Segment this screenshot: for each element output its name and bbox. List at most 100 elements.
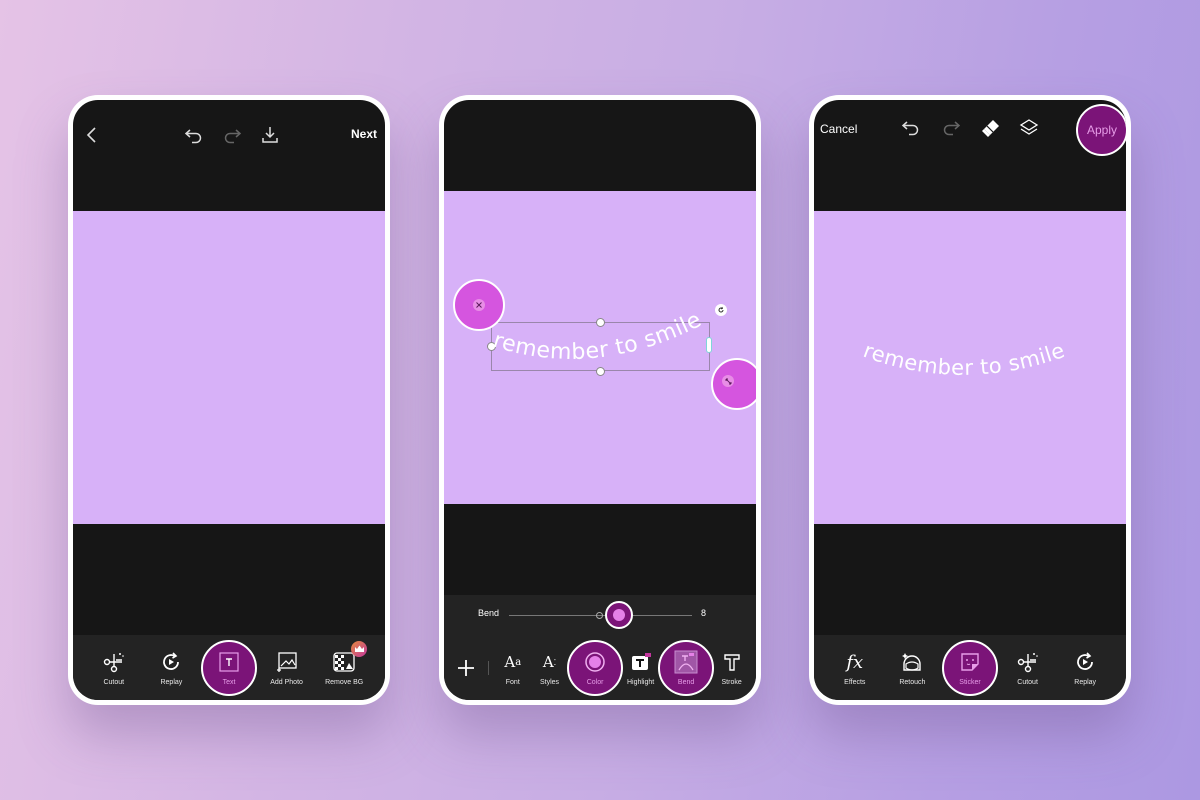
redo-button[interactable] bbox=[221, 124, 243, 146]
editor-screen: Next Cutout Replay Text Add Photo Remove… bbox=[73, 100, 385, 700]
tool-bend[interactable]: Bend bbox=[659, 640, 713, 696]
font-icon: Aa bbox=[504, 653, 522, 671]
tool-label: Font bbox=[505, 679, 520, 686]
tool-font[interactable]: Aa Font bbox=[494, 640, 531, 696]
curved-text-layer[interactable]: remember to smile bbox=[854, 336, 1104, 416]
tool-cutout[interactable]: Cutout bbox=[86, 640, 142, 696]
download-button[interactable] bbox=[259, 124, 281, 146]
curved-text-layer[interactable]: remember to smile bbox=[484, 306, 734, 386]
editor-screen: Cancel Apply remember to smile fx Effect… bbox=[814, 100, 1126, 700]
sticker-icon bbox=[961, 653, 979, 671]
tool-text[interactable]: Text bbox=[201, 640, 257, 696]
resize-diagonal-icon bbox=[725, 378, 731, 384]
tool-label: Text bbox=[222, 679, 236, 686]
tool-label: Retouch bbox=[899, 679, 926, 686]
tool-sticker[interactable]: Sticker bbox=[942, 640, 998, 696]
scissors-icon bbox=[103, 653, 124, 673]
text-toolbar: Aa Font A⁚ Styles Color Highlight Bend bbox=[444, 635, 756, 700]
bottom-toolbar: Cutout Replay Text Add Photo Remove BG bbox=[73, 635, 385, 700]
retouch-icon bbox=[902, 653, 922, 671]
phone-mockup-apply: Cancel Apply remember to smile fx Effect… bbox=[809, 95, 1131, 705]
svg-text:remember to smile: remember to smile bbox=[490, 307, 706, 365]
tool-label: Styles bbox=[540, 679, 560, 686]
back-button[interactable] bbox=[81, 124, 103, 146]
eraser-icon bbox=[982, 120, 999, 137]
redo-button[interactable] bbox=[940, 118, 962, 140]
add-photo-icon bbox=[276, 652, 297, 672]
tool-label: Replay bbox=[160, 679, 183, 686]
tool-add-photo[interactable]: Add Photo bbox=[259, 640, 315, 696]
layers-button[interactable] bbox=[1018, 117, 1040, 139]
text-layer-content: remember to smile bbox=[490, 307, 705, 365]
tool-label: Add Photo bbox=[270, 679, 303, 686]
tool-replay[interactable]: Replay bbox=[1057, 640, 1113, 696]
undo-icon bbox=[901, 121, 919, 136]
next-button[interactable]: Next bbox=[351, 127, 377, 141]
phone-mockup-bend-text: remember to smile Bend 8 A a Font A ⁚ St… bbox=[439, 95, 761, 705]
text-layer-content: remember to smile bbox=[860, 338, 1067, 380]
fx-icon: fx bbox=[846, 651, 864, 673]
text-box-icon bbox=[219, 652, 239, 672]
tool-retouch[interactable]: Retouch bbox=[884, 640, 940, 696]
toolbar-divider bbox=[487, 660, 489, 675]
top-bar: Cancel Apply bbox=[814, 100, 1126, 170]
layers-icon bbox=[1019, 119, 1039, 135]
tool-effects[interactable]: fx Effects bbox=[827, 640, 883, 696]
bottom-toolbar: fx Effects Retouch Sticker Cutout Replay bbox=[814, 635, 1126, 700]
scale-handle[interactable] bbox=[722, 375, 734, 387]
bend-center-marker bbox=[596, 612, 603, 619]
tool-label: Cutout bbox=[1017, 679, 1038, 686]
delete-handle[interactable] bbox=[473, 299, 485, 311]
tool-highlight[interactable]: Highlight bbox=[622, 640, 659, 696]
bend-value: 8 bbox=[700, 608, 706, 618]
tool-label: Color bbox=[586, 679, 604, 686]
tool-color[interactable]: Color bbox=[568, 640, 622, 696]
replay-icon bbox=[1077, 652, 1094, 670]
cancel-button[interactable]: Cancel bbox=[820, 122, 857, 136]
tool-replay[interactable]: Replay bbox=[143, 640, 199, 696]
chevron-left-icon bbox=[86, 127, 96, 143]
bend-slider-thumb[interactable] bbox=[605, 601, 633, 629]
tool-styles[interactable]: A ⁚ Styles bbox=[531, 640, 568, 696]
undo-button[interactable] bbox=[900, 118, 922, 140]
close-icon bbox=[476, 302, 482, 308]
canvas-area[interactable]: remember to smile bbox=[814, 211, 1126, 524]
add-text-button[interactable] bbox=[450, 640, 482, 696]
bend-label: Bend bbox=[478, 608, 500, 618]
undo-button[interactable] bbox=[183, 124, 205, 146]
canvas-area[interactable] bbox=[73, 211, 385, 524]
tool-label: Highlight bbox=[626, 679, 655, 686]
bend-thumb-dot bbox=[613, 609, 625, 621]
tool-stroke[interactable]: Stroke bbox=[713, 640, 750, 696]
tool-label: Replay bbox=[1074, 679, 1097, 686]
plus-icon bbox=[457, 659, 474, 676]
redo-icon bbox=[224, 129, 242, 144]
apply-button[interactable]: Apply bbox=[1076, 104, 1126, 156]
tool-remove-bg[interactable]: Remove BG bbox=[316, 640, 372, 696]
redo-icon bbox=[943, 121, 961, 136]
replay-icon bbox=[163, 652, 180, 670]
eraser-button[interactable] bbox=[980, 117, 1002, 139]
bend-slider-row: Bend 8 bbox=[444, 595, 756, 635]
svg-text:remember to smile: remember to smile bbox=[860, 338, 1068, 380]
highlight-icon bbox=[631, 653, 651, 670]
stroke-icon bbox=[723, 654, 740, 671]
canvas-area[interactable]: remember to smile bbox=[444, 191, 756, 504]
color-icon bbox=[585, 652, 605, 672]
download-icon bbox=[262, 127, 278, 143]
tool-label: Cutout bbox=[103, 679, 125, 686]
crown-icon bbox=[354, 645, 364, 652]
tool-cutout[interactable]: Cutout bbox=[1000, 640, 1056, 696]
undo-icon bbox=[184, 129, 202, 144]
scissors-icon bbox=[1017, 653, 1038, 673]
tool-label: Remove BG bbox=[325, 679, 364, 686]
tool-label: Sticker bbox=[959, 679, 981, 686]
styles-icon: A ⁚ bbox=[542, 653, 557, 671]
bend-icon bbox=[674, 650, 698, 674]
phone-mockup-text-tool: Next Cutout Replay Text Add Photo Remove… bbox=[68, 95, 390, 705]
scale-handle-highlight[interactable] bbox=[711, 358, 756, 410]
premium-badge bbox=[351, 641, 368, 657]
tool-label: Effects bbox=[844, 679, 866, 686]
delete-handle-highlight[interactable] bbox=[453, 279, 505, 331]
top-bar: Next bbox=[73, 100, 385, 170]
